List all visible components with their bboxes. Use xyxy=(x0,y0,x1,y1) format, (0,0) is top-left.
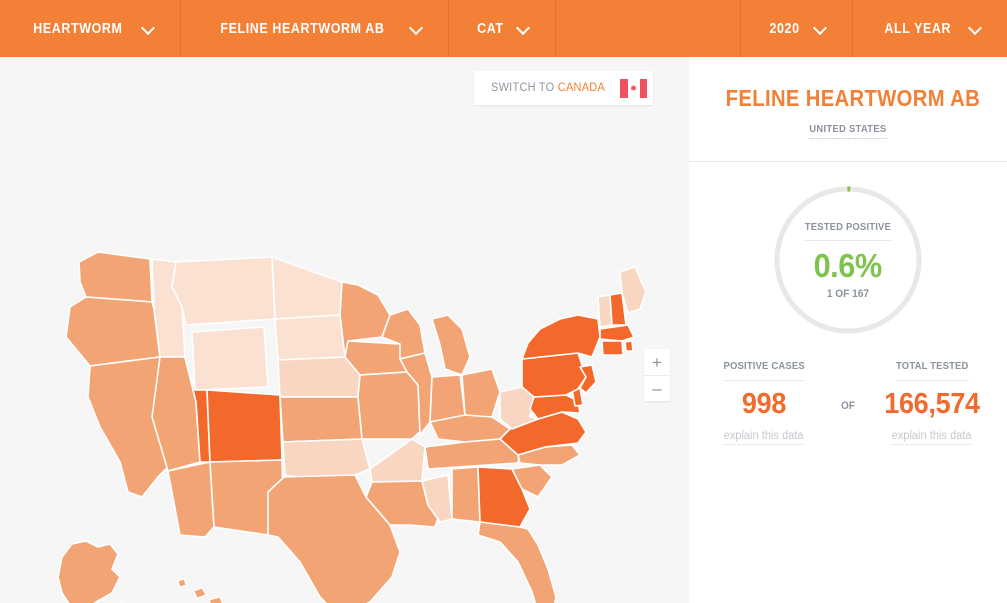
chevron-down-icon xyxy=(143,23,154,34)
state-massachusetts[interactable] xyxy=(599,324,635,342)
state-hawaii-3[interactable] xyxy=(208,596,223,603)
page-title: FELINE HEARTWORM AB xyxy=(725,85,981,111)
canada-flag-icon xyxy=(620,78,647,98)
state-new-york[interactable] xyxy=(521,314,601,360)
state-north-dakota[interactable] xyxy=(271,256,343,320)
map-zoom-controls[interactable]: + – xyxy=(644,349,670,401)
gauge-ratio: 1 OF 167 xyxy=(826,287,870,300)
state-wyoming[interactable] xyxy=(191,326,269,391)
nav-label-species: CAT xyxy=(476,20,504,37)
nav-label-period: ALL YEAR xyxy=(884,20,952,37)
state-kansas[interactable] xyxy=(279,396,363,443)
top-navigation-bar: HEARTWORM FELINE HEARTWORM AB CAT 2020 A… xyxy=(0,0,1007,57)
state-florida[interactable] xyxy=(477,521,557,603)
nav-dropdown-period[interactable]: ALL YEAR xyxy=(853,0,1007,57)
chevron-down-icon xyxy=(518,23,529,34)
state-connecticut[interactable] xyxy=(601,340,624,356)
nav-spacer xyxy=(556,0,742,57)
switch-country-label: SWITCH TO CANADA xyxy=(490,82,605,94)
gauge-value: 0.6% xyxy=(813,246,883,284)
stat-label-total-tested: TOTAL TESTED xyxy=(895,360,969,381)
panel-header: FELINE HEARTWORM AB UNITED STATES xyxy=(689,57,1007,162)
stat-value-positive-cases: 998 xyxy=(741,388,787,420)
state-arizona[interactable] xyxy=(167,461,215,538)
nav-label-disease: HEARTWORM xyxy=(33,20,123,37)
state-rhode-island[interactable] xyxy=(624,340,634,352)
chevron-down-icon xyxy=(411,23,422,34)
explain-link-positive-cases[interactable]: explain this data xyxy=(724,430,804,445)
nav-right-group: 2020 ALL YEAR xyxy=(741,0,1007,57)
switch-country-button[interactable]: SWITCH TO CANADA xyxy=(473,71,653,105)
map-pane[interactable]: SWITCH TO CANADA + – xyxy=(0,57,689,603)
nav-dropdown-test[interactable]: FELINE HEARTWORM AB xyxy=(181,0,449,57)
region-label[interactable]: UNITED STATES xyxy=(809,123,887,139)
state-oregon[interactable] xyxy=(65,296,161,367)
nav-dropdown-year[interactable]: 2020 xyxy=(741,0,854,57)
nav-dropdown-disease[interactable]: HEARTWORM xyxy=(0,0,181,57)
state-south-dakota[interactable] xyxy=(274,314,346,361)
stat-total-tested: TOTAL TESTED 166,574 explain this data xyxy=(875,356,989,445)
nav-dropdown-species[interactable]: CAT xyxy=(449,0,557,57)
us-choropleth-map[interactable] xyxy=(0,57,689,603)
stat-label-positive-cases: POSITIVE CASES xyxy=(723,360,805,381)
nav-label-test: FELINE HEARTWORM AB xyxy=(220,20,385,37)
state-pennsylvania[interactable] xyxy=(521,352,587,398)
zoom-out-button[interactable]: – xyxy=(644,375,670,401)
state-colorado[interactable] xyxy=(206,389,283,463)
state-arkansas[interactable] xyxy=(369,438,426,488)
state-alaska[interactable] xyxy=(57,540,121,603)
state-montana[interactable] xyxy=(171,256,276,326)
tested-positive-gauge: TESTED POSITIVE 0.6% 1 OF 167 xyxy=(774,186,922,334)
stats-section: POSITIVE CASES 998 explain this data OF … xyxy=(689,356,1007,445)
gauge-section: TESTED POSITIVE 0.6% 1 OF 167 xyxy=(689,162,1007,352)
explain-link-total-tested[interactable]: explain this data xyxy=(892,430,972,445)
state-washington[interactable] xyxy=(78,251,153,303)
chevron-down-icon xyxy=(815,23,826,34)
state-kentucky[interactable] xyxy=(429,414,511,443)
state-michigan[interactable] xyxy=(431,314,471,376)
detail-panel: FELINE HEARTWORM AB UNITED STATES TESTED… xyxy=(689,57,1007,603)
stat-value-total-tested: 166,574 xyxy=(884,388,980,420)
state-ohio[interactable] xyxy=(461,368,501,420)
gauge-content: TESTED POSITIVE 0.6% 1 OF 167 xyxy=(774,186,922,334)
state-oklahoma[interactable] xyxy=(282,438,371,478)
nav-label-year: 2020 xyxy=(769,20,800,37)
state-hawaii-2[interactable] xyxy=(193,587,207,599)
app-root: HEARTWORM FELINE HEARTWORM AB CAT 2020 A… xyxy=(0,0,1007,603)
state-nebraska[interactable] xyxy=(277,356,361,398)
chevron-down-icon xyxy=(970,23,981,34)
state-alabama[interactable] xyxy=(451,466,481,523)
stat-of-label: OF xyxy=(841,400,855,412)
gauge-label: TESTED POSITIVE xyxy=(804,221,892,241)
zoom-in-button[interactable]: + xyxy=(644,349,670,375)
stat-positive-cases: POSITIVE CASES 998 explain this data xyxy=(707,356,821,445)
state-hawaii[interactable] xyxy=(177,578,187,588)
